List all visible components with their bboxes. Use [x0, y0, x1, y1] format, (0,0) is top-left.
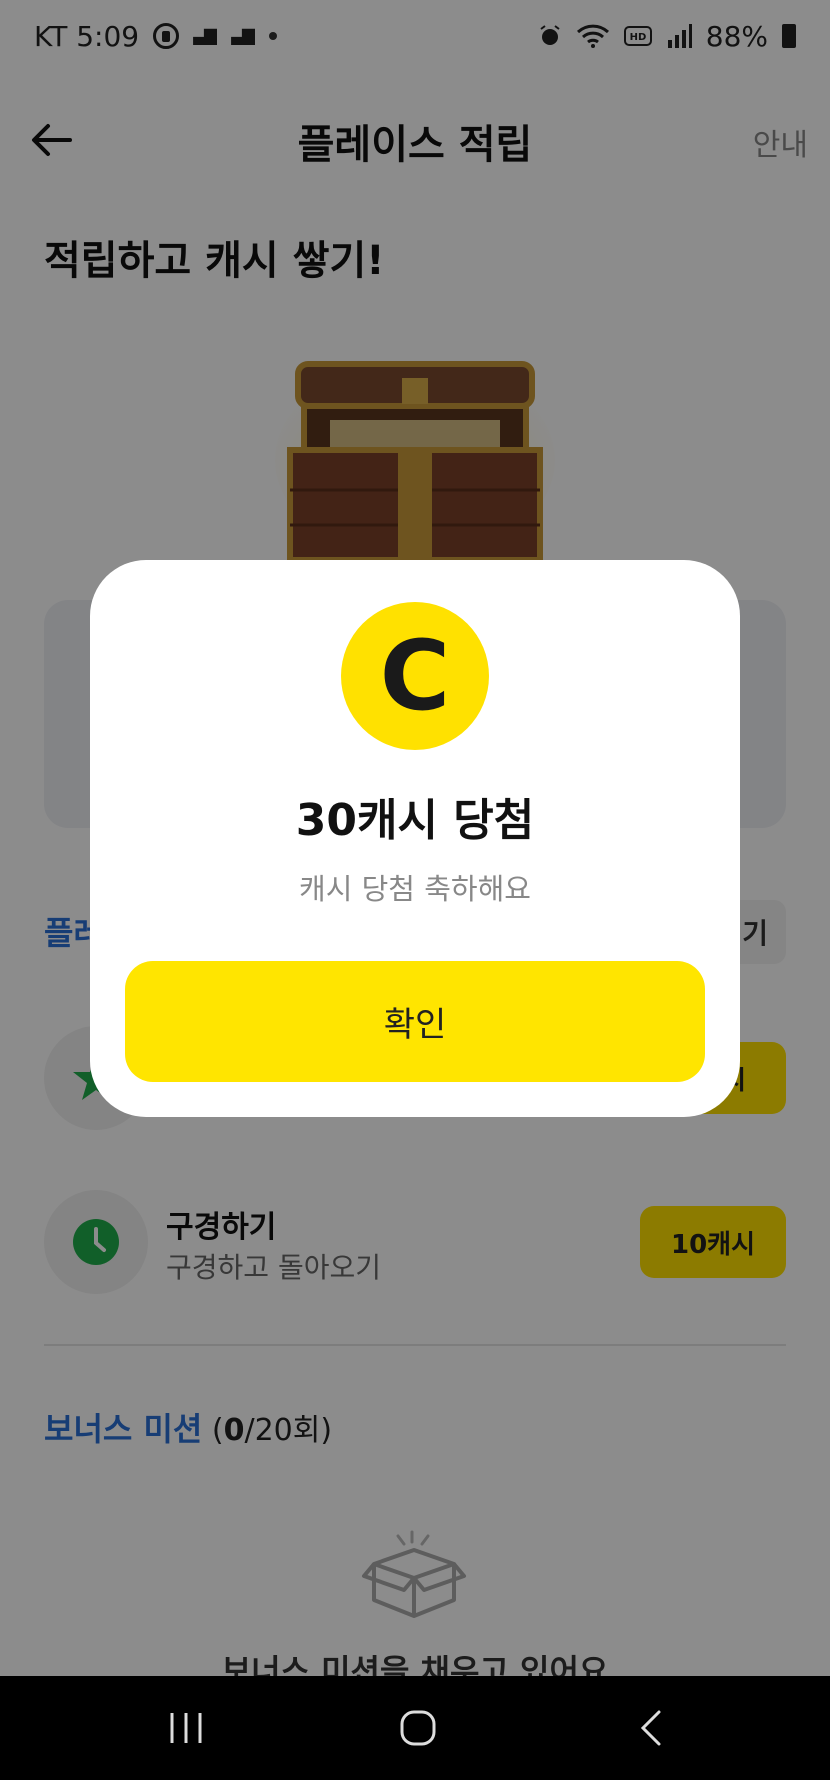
back-icon[interactable]: [622, 1702, 682, 1754]
recent-apps-icon[interactable]: [156, 1702, 216, 1754]
modal-subtitle: 캐시 당첨 축하해요: [299, 872, 531, 906]
reward-modal: C 30캐시 당첨 캐시 당첨 축하해요 확인: [90, 560, 740, 1117]
home-icon[interactable]: [388, 1702, 448, 1754]
modal-title: 30캐시 당첨: [295, 795, 535, 846]
system-nav-bar: [0, 1676, 830, 1780]
confirm-button[interactable]: 확인: [125, 961, 705, 1082]
cash-coin-icon: C: [341, 602, 489, 750]
